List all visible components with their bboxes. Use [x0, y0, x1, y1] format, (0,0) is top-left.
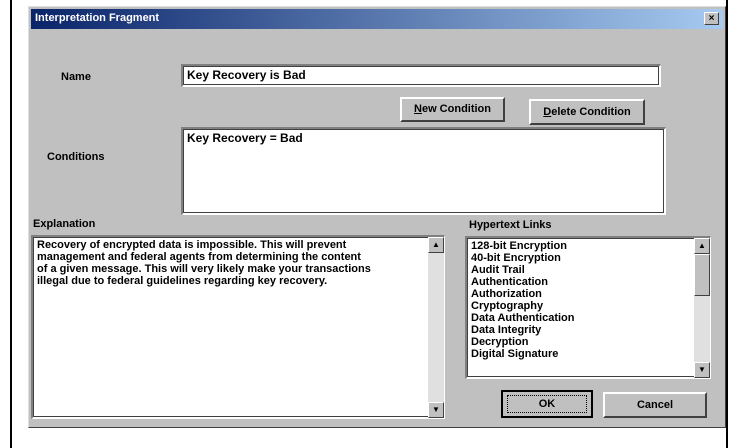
conditions-label: Conditions	[47, 151, 105, 163]
interpretation-fragment-dialog: Interpretation Fragment × Name Key Recov…	[28, 6, 726, 428]
delete-condition-mnemonic: D	[543, 106, 552, 118]
explanation-text: Recovery of encrypted data is impossible…	[37, 239, 371, 287]
hypertext-links-label: Hypertext Links	[469, 219, 552, 231]
hypertext-scrollbar[interactable]: ▲ ▼	[694, 238, 710, 378]
hypertext-link-items: 128-bit Encryption 40-bit Encryption Audit…	[471, 240, 692, 376]
name-field[interactable]: Key Recovery is Bad	[181, 64, 661, 87]
hypertext-link-item[interactable]: 40-bit Encryption	[471, 252, 692, 264]
cancel-button-label: Cancel	[636, 399, 674, 411]
name-label: Name	[61, 71, 91, 83]
name-field-value: Key Recovery is Bad	[187, 68, 306, 82]
delete-condition-label: elete Condition	[551, 106, 631, 118]
scroll-up-icon[interactable]: ▲	[428, 237, 444, 253]
close-icon[interactable]: ×	[704, 12, 719, 25]
scroll-down-icon[interactable]: ▼	[694, 362, 710, 378]
hypertext-links-list[interactable]: 128-bit Encryption 40-bit Encryption Audit…	[465, 236, 711, 379]
hypertext-link-item[interactable]: Data Integrity	[471, 324, 692, 336]
new-condition-mnemonic: N	[414, 103, 422, 115]
page-frame-right	[726, 0, 728, 448]
hypertext-link-item[interactable]: 128-bit Encryption	[471, 240, 692, 252]
hypertext-link-item[interactable]: Authentication	[471, 276, 692, 288]
delete-condition-button[interactable]: Delete Condition	[529, 99, 645, 125]
hypertext-link-item[interactable]: Data Authentication	[471, 312, 692, 324]
scroll-up-icon[interactable]: ▲	[694, 238, 710, 254]
scroll-thumb[interactable]	[694, 254, 710, 296]
conditions-field-value: Key Recovery = Bad	[187, 131, 303, 145]
new-condition-label: ew Condition	[421, 103, 491, 115]
new-condition-button[interactable]: New Condition	[400, 97, 505, 122]
focus-ring	[507, 395, 587, 413]
explanation-scrollbar[interactable]: ▲ ▼	[428, 237, 444, 418]
ok-button[interactable]: OK	[501, 390, 593, 418]
title-bar[interactable]: Interpretation Fragment ×	[31, 9, 723, 29]
hypertext-link-item[interactable]: Audit Trail	[471, 264, 692, 276]
page-frame-left	[10, 0, 12, 448]
conditions-field[interactable]: Key Recovery = Bad	[181, 127, 666, 215]
scroll-down-icon[interactable]: ▼	[428, 402, 444, 418]
window-title: Interpretation Fragment	[35, 12, 160, 24]
hypertext-link-item[interactable]: Cryptography	[471, 300, 692, 312]
cancel-button[interactable]: Cancel	[603, 392, 707, 418]
hypertext-link-item[interactable]: Decryption	[471, 336, 692, 348]
explanation-textarea[interactable]: Recovery of encrypted data is impossible…	[31, 235, 445, 419]
hypertext-link-item[interactable]: Authorization	[471, 288, 692, 300]
explanation-label: Explanation	[33, 218, 96, 230]
hypertext-link-item[interactable]: Digital Signature	[471, 348, 692, 360]
